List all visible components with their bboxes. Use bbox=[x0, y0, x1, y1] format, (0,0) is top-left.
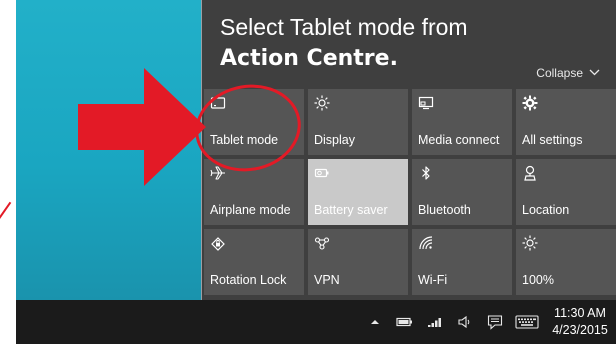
clock-time: 11:30 AM bbox=[554, 306, 606, 320]
location-icon bbox=[522, 165, 538, 181]
tile-label: Display bbox=[314, 133, 355, 147]
brightness-icon bbox=[522, 235, 538, 251]
tile-label: Airplane mode bbox=[210, 203, 291, 217]
left-margin bbox=[0, 0, 16, 300]
tile-display[interactable]: Display bbox=[308, 89, 408, 155]
notification-icon[interactable] bbox=[480, 300, 510, 344]
tile-rotation-lock[interactable]: Rotation Lock bbox=[204, 229, 304, 295]
wifi-icon bbox=[418, 235, 434, 251]
tile-location[interactable]: Location bbox=[516, 159, 616, 225]
tile-label: Wi-Fi bbox=[418, 273, 448, 287]
brightness-icon bbox=[314, 95, 330, 111]
tutorial-caption: Select Tablet mode from Action Centre. bbox=[220, 12, 468, 74]
tile-label: Bluetooth bbox=[418, 203, 471, 217]
chevron-down-icon bbox=[589, 67, 600, 79]
system-tray: 11:30 AM 4/23/2015 bbox=[360, 300, 616, 344]
rotation-lock-icon bbox=[210, 235, 226, 251]
vpn-icon bbox=[314, 235, 330, 251]
tile-label: Media connect bbox=[418, 133, 500, 147]
tile-vpn[interactable]: VPN bbox=[308, 229, 408, 295]
collapse-label: Collapse bbox=[536, 66, 583, 80]
clock-date: 4/23/2015 bbox=[552, 323, 608, 337]
volume-icon[interactable] bbox=[450, 300, 480, 344]
tile-wifi[interactable]: Wi-Fi bbox=[412, 229, 512, 295]
tile-label: Battery saver bbox=[314, 203, 388, 217]
system-clock[interactable]: 11:30 AM 4/23/2015 bbox=[544, 305, 616, 339]
bluetooth-icon bbox=[418, 165, 434, 181]
tile-media-connect[interactable]: Media connect bbox=[412, 89, 512, 155]
tile-battery-saver[interactable]: Battery saver bbox=[308, 159, 408, 225]
tile-bluetooth[interactable]: Bluetooth bbox=[412, 159, 512, 225]
battery-icon bbox=[314, 165, 330, 181]
tile-label: Rotation Lock bbox=[210, 273, 287, 287]
keyboard-icon[interactable] bbox=[510, 300, 544, 344]
tile-label: All settings bbox=[522, 133, 583, 147]
caption-line-2: Action Centre. bbox=[220, 46, 398, 71]
red-arrow-annotation bbox=[78, 68, 206, 186]
caption-line-1: Select Tablet mode from bbox=[220, 14, 468, 40]
tile-all-settings[interactable]: All settings bbox=[516, 89, 616, 155]
collapse-button[interactable]: Collapse bbox=[536, 66, 600, 80]
tile-label: 100% bbox=[522, 273, 554, 287]
tile-label: Location bbox=[522, 203, 570, 217]
annotation-stroke bbox=[0, 201, 12, 225]
chevron-up-icon[interactable] bbox=[360, 300, 390, 344]
gear-icon bbox=[522, 95, 538, 111]
tile-brightness[interactable]: 100% bbox=[516, 229, 616, 295]
cast-icon bbox=[418, 95, 434, 111]
battery-icon[interactable] bbox=[390, 300, 420, 344]
taskbar: 11:30 AM 4/23/2015 bbox=[16, 300, 616, 344]
tile-label: VPN bbox=[314, 273, 340, 287]
signal-icon[interactable] bbox=[420, 300, 450, 344]
